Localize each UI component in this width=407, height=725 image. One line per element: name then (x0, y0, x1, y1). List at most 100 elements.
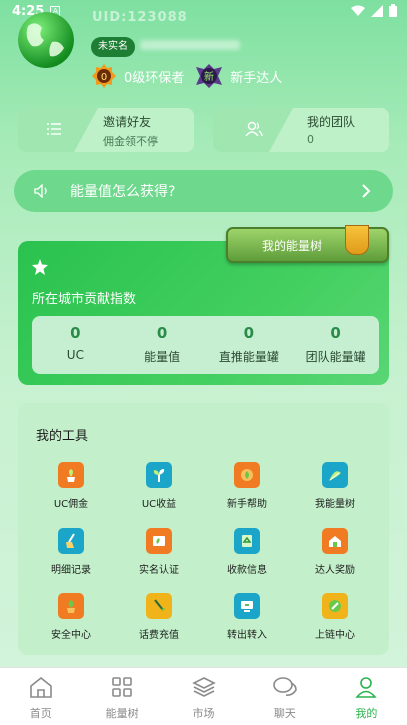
bottom-nav: 首页 能量树 市场 聊天 我的 (0, 667, 407, 725)
speaker-icon (34, 184, 47, 198)
tool-label: 明细记录 (51, 565, 91, 576)
tools-title: 我的工具 (36, 429, 89, 444)
city-title: 所在城市贡献指数 (32, 292, 137, 307)
stat-direct-jar: 0 直推能量罐 (206, 316, 293, 374)
energy-question-label: 能量值怎么获得? (70, 184, 176, 200)
tool-security-center[interactable]: 安全中心 (31, 593, 111, 641)
shield-plant-icon (58, 593, 84, 619)
avatar-globe[interactable] (18, 12, 74, 68)
list-icon (47, 123, 61, 135)
masked-info (140, 40, 240, 50)
newbie-title: 新手达人 (230, 70, 283, 86)
nav-label: 能量树 (105, 707, 139, 720)
layers-icon (191, 677, 216, 697)
battery-icon (389, 4, 397, 17)
stat-value: 0 (156, 324, 168, 342)
tool-realname-auth[interactable]: 实名认证 (119, 528, 199, 576)
tool-uc-earnings[interactable]: UC收益 (119, 462, 199, 510)
tool-detail-records[interactable]: 明细记录 (31, 528, 111, 576)
tool-label: 上链中心 (315, 630, 355, 641)
level-title: 0级环保者 (124, 70, 185, 86)
tool-label: UC收益 (141, 499, 177, 510)
level-medal-icon: 0 (92, 64, 116, 88)
recycle-icon (234, 528, 260, 554)
tool-label: 达人奖励 (315, 565, 355, 576)
stat-energy: 0 能量值 (119, 316, 206, 374)
user-id: UID:123088 (92, 10, 188, 25)
nav-label: 我的 (355, 707, 378, 720)
transfer-icon (234, 593, 260, 619)
energy-tree-label: 我的能量树 (262, 239, 323, 253)
chevron-right-icon (362, 184, 371, 198)
plant-pot-icon (58, 462, 84, 488)
tree-icon (322, 462, 348, 488)
stats-panel: 0 UC 0 能量值 0 直推能量罐 0 团队能量罐 (32, 316, 379, 374)
grid-icon (112, 677, 132, 697)
newbie-badge-icon: 新 (196, 64, 223, 88)
status-icons (351, 4, 397, 17)
tool-newbie-help[interactable]: 新手帮助 (207, 462, 287, 510)
invite-subtitle: 佣金领不停 (103, 135, 158, 148)
signal-icon (371, 4, 383, 17)
nav-market[interactable]: 市场 (163, 668, 244, 725)
tool-my-energy-tree[interactable]: 我能量树 (295, 462, 375, 510)
stat-value: 0 (330, 324, 341, 342)
house-icon (322, 528, 348, 554)
stat-value: 0 (70, 324, 81, 342)
leaf-badge-icon (234, 462, 260, 488)
tool-label: UC佣金 (53, 499, 89, 510)
broom-icon (58, 528, 84, 554)
tool-label: 话费充值 (139, 630, 179, 641)
chain-coin-icon (322, 593, 348, 619)
team-count: 0 (307, 133, 314, 146)
rank-row: 0 0级环保者 新 新手达人 (92, 64, 282, 88)
nav-mine[interactable]: 我的 (326, 668, 407, 725)
id-plant-icon (146, 528, 172, 554)
seedling-icon (146, 462, 172, 488)
my-energy-tree-button[interactable]: 我的能量树 (226, 225, 389, 263)
tool-payment-info[interactable]: 收款信息 (207, 528, 287, 576)
tool-label: 收款信息 (227, 565, 267, 576)
tool-label: 我能量树 (315, 499, 355, 510)
tool-uc-commission[interactable]: UC佣金 (31, 462, 111, 510)
nav-home[interactable]: 首页 (0, 668, 81, 725)
bookmark-icon (345, 225, 369, 255)
stat-team-jar: 0 团队能量罐 (292, 316, 379, 374)
my-tools-panel: 我的工具 UC佣金 UC收益 新手帮助 我能量树 明细记录 实名认证 收款信息 … (18, 403, 389, 655)
tool-label: 新手帮助 (227, 499, 267, 510)
tool-expert-reward[interactable]: 达人奖励 (295, 528, 375, 576)
nav-energy-tree[interactable]: 能量树 (81, 668, 162, 725)
stat-label: 直推能量罐 (218, 350, 279, 364)
person-icon (355, 677, 378, 698)
phone-plant-icon (146, 593, 172, 619)
stat-value: 0 (243, 324, 255, 342)
globe-icon (18, 12, 74, 68)
invite-title: 邀请好友 (103, 115, 152, 129)
tool-phone-recharge[interactable]: 话费充值 (119, 593, 199, 641)
tool-chain-center[interactable]: 上链中心 (295, 593, 375, 641)
stat-label: 能量值 (144, 350, 181, 364)
stat-label: UC (66, 348, 84, 362)
team-title: 我的团队 (307, 115, 356, 129)
star-icon (32, 259, 48, 275)
nav-chat[interactable]: 聊天 (244, 668, 325, 725)
svg-text:新: 新 (204, 70, 214, 83)
stat-label: 团队能量罐 (305, 350, 366, 364)
nav-label: 聊天 (273, 707, 296, 720)
chat-icon (273, 677, 297, 696)
tool-label: 转出转入 (227, 630, 267, 641)
energy-question-bar[interactable]: 能量值怎么获得? (14, 170, 393, 212)
team-icon (245, 121, 263, 137)
invite-friends-card[interactable]: 邀请好友 佣金领不停 (18, 108, 194, 152)
tool-transfer[interactable]: 转出转入 (207, 593, 287, 641)
realname-status-badge[interactable]: 未实名 (91, 37, 135, 57)
my-team-card[interactable]: 我的团队 0 (213, 108, 389, 152)
nav-label: 市场 (192, 707, 215, 720)
tool-label: 实名认证 (139, 565, 179, 576)
tool-label: 安全中心 (51, 630, 91, 641)
wifi-icon (351, 5, 365, 16)
nav-label: 首页 (29, 707, 52, 720)
stat-uc: 0 UC (32, 316, 119, 374)
svg-text:0: 0 (101, 72, 107, 83)
home-icon (29, 676, 52, 698)
